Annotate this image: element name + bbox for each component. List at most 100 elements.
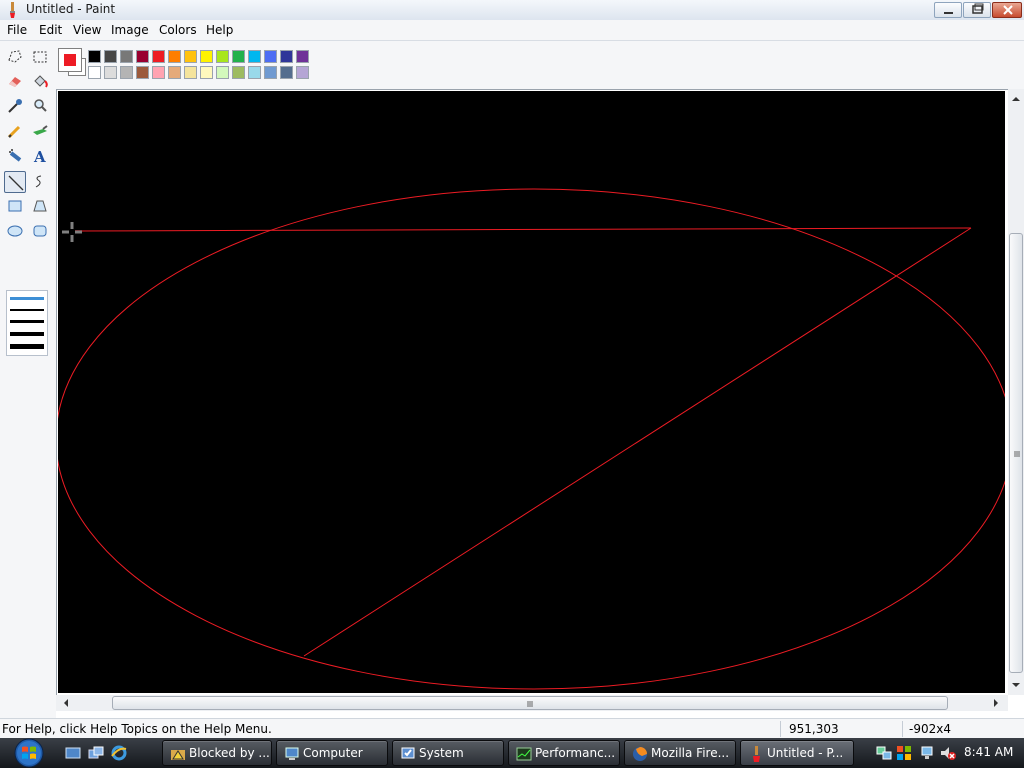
- color-picker-icon[interactable]: [4, 95, 26, 117]
- palette-swatch[interactable]: [136, 50, 149, 63]
- palette-swatch[interactable]: [232, 50, 245, 63]
- line-width-1[interactable]: [10, 297, 44, 300]
- toolbox: A: [0, 41, 56, 719]
- internet-explorer-icon[interactable]: [111, 745, 127, 761]
- palette-swatch[interactable]: [200, 50, 213, 63]
- palette-swatch[interactable]: [88, 50, 101, 63]
- palette-swatch[interactable]: [184, 50, 197, 63]
- taskbar-button-label: System: [419, 746, 464, 760]
- volume-muted-icon[interactable]: [940, 745, 956, 761]
- menu-edit[interactable]: Edit: [39, 23, 62, 37]
- text-icon[interactable]: A: [29, 145, 51, 167]
- taskbar-button-system[interactable]: System: [392, 740, 504, 766]
- polygon-icon[interactable]: [29, 195, 51, 217]
- palette-swatch[interactable]: [104, 50, 117, 63]
- taskbar-clock[interactable]: 8:41 AM: [964, 745, 1013, 759]
- palette-swatch[interactable]: [296, 66, 309, 79]
- palette-swatch[interactable]: [136, 66, 149, 79]
- line-width-selector: [6, 290, 48, 356]
- rectangle-icon[interactable]: [4, 195, 26, 217]
- canvas-drawing: [55, 188, 1013, 690]
- palette-swatch[interactable]: [168, 66, 181, 79]
- palette-swatch[interactable]: [280, 66, 293, 79]
- scroll-up-icon[interactable]: [1008, 91, 1024, 107]
- crosshair-cursor: [62, 222, 82, 242]
- network-icon[interactable]: [876, 745, 892, 761]
- svg-text:A: A: [33, 148, 46, 166]
- scroll-left-icon[interactable]: [58, 695, 74, 711]
- foreground-color-box[interactable]: [58, 48, 82, 72]
- switch-windows-icon[interactable]: [88, 745, 104, 761]
- vertical-scroll-thumb[interactable]: [1009, 233, 1023, 673]
- line-width-4[interactable]: [10, 332, 44, 336]
- menu-view[interactable]: View: [73, 23, 101, 37]
- scroll-right-icon[interactable]: [988, 695, 1004, 711]
- palette-swatch[interactable]: [264, 66, 277, 79]
- palette-swatch[interactable]: [152, 50, 165, 63]
- palette-swatch[interactable]: [184, 66, 197, 79]
- taskbar-button-label: Untitled - P...: [767, 746, 844, 760]
- curve-icon[interactable]: [29, 171, 51, 193]
- taskbar-button-label: Computer: [303, 746, 363, 760]
- palette-swatch[interactable]: [120, 50, 133, 63]
- airbrush-icon[interactable]: [4, 145, 26, 167]
- window-title: Untitled - Paint: [26, 2, 116, 16]
- taskbar-button-label: Mozilla Fire...: [651, 746, 730, 760]
- start-button[interactable]: [8, 738, 50, 768]
- line-width-2[interactable]: [10, 309, 44, 311]
- status-cursor-position: 951,303: [789, 722, 839, 736]
- palette-swatch[interactable]: [104, 66, 117, 79]
- scroll-down-icon[interactable]: [1008, 677, 1024, 693]
- minimize-button[interactable]: [934, 2, 962, 18]
- palette-swatch[interactable]: [200, 66, 213, 79]
- palette-swatch[interactable]: [88, 66, 101, 79]
- security-icon[interactable]: [896, 745, 912, 761]
- palette-swatch[interactable]: [264, 50, 277, 63]
- network-status-icon[interactable]: [920, 745, 936, 761]
- rounded-rectangle-icon[interactable]: [29, 220, 51, 242]
- close-button[interactable]: [992, 2, 1022, 18]
- pencil-icon[interactable]: [4, 120, 26, 142]
- menu-colors[interactable]: Colors: [159, 23, 197, 37]
- taskbar-button-firefox[interactable]: Mozilla Fire...: [624, 740, 736, 766]
- menu-file[interactable]: File: [7, 23, 27, 37]
- brush-icon[interactable]: [29, 120, 51, 142]
- menu-image[interactable]: Image: [111, 23, 149, 37]
- paint-icon: [753, 746, 760, 762]
- show-desktop-icon[interactable]: [65, 745, 81, 761]
- palette-swatch[interactable]: [152, 66, 165, 79]
- eraser-icon[interactable]: [4, 70, 26, 92]
- palette-swatch[interactable]: [232, 66, 245, 79]
- taskbar-button-performance[interactable]: Performanc...: [508, 740, 620, 766]
- performance-icon: [516, 747, 532, 761]
- select-icon[interactable]: [29, 46, 51, 68]
- horizontal-scroll-thumb[interactable]: [112, 696, 948, 710]
- ellipse-icon[interactable]: [4, 220, 26, 242]
- maximize-button[interactable]: [963, 2, 991, 18]
- line-width-5[interactable]: [10, 344, 44, 349]
- palette-swatch[interactable]: [168, 50, 181, 63]
- taskbar-button-paint[interactable]: Untitled - P...: [740, 740, 854, 766]
- drawing-canvas[interactable]: [55, 91, 1013, 693]
- magnifier-icon[interactable]: [29, 95, 51, 117]
- palette-swatch[interactable]: [216, 50, 229, 63]
- vertical-scrollbar[interactable]: [1008, 89, 1024, 695]
- taskbar-button-label: Blocked by ...: [189, 746, 270, 760]
- taskbar-button-computer[interactable]: Computer: [276, 740, 388, 766]
- line-icon[interactable]: [4, 171, 26, 193]
- horizontal-scrollbar[interactable]: [56, 695, 1008, 711]
- palette-swatch[interactable]: [296, 50, 309, 63]
- taskbar-button-blocked[interactable]: Blocked by ...: [162, 740, 272, 766]
- current-colors: [58, 48, 86, 78]
- palette-swatch[interactable]: [120, 66, 133, 79]
- taskbar-button-label: Performanc...: [535, 746, 616, 760]
- fill-bucket-icon[interactable]: [29, 70, 51, 92]
- line-width-3[interactable]: [10, 320, 44, 323]
- menu-help[interactable]: Help: [206, 23, 233, 37]
- palette-swatch[interactable]: [248, 66, 261, 79]
- free-form-select-icon[interactable]: [4, 46, 26, 68]
- palette-swatch[interactable]: [248, 50, 261, 63]
- palette-swatch[interactable]: [280, 50, 293, 63]
- color-palette: [56, 41, 1024, 89]
- palette-swatch[interactable]: [216, 66, 229, 79]
